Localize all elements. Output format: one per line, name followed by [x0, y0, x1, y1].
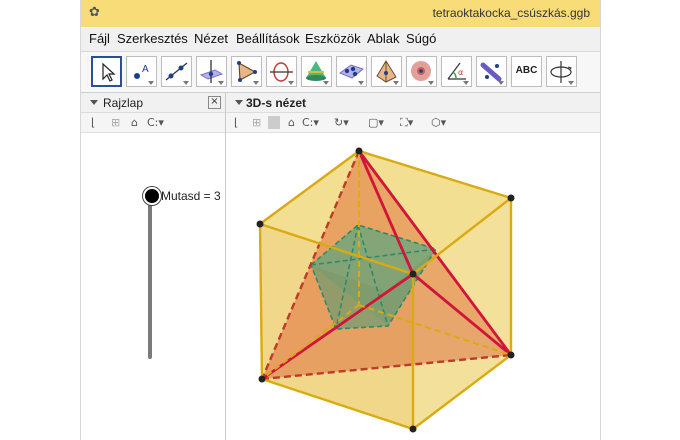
polygon-tool-button[interactable] — [231, 56, 262, 87]
slider-label: Mutasd = 3 — [161, 189, 221, 203]
plane-tool-button[interactable] — [336, 56, 367, 87]
pyramid-tool-button[interactable] — [371, 56, 402, 87]
graphics-view-title: Rajzlap — [103, 96, 144, 110]
view-direction-icon[interactable]: ▢▾ — [368, 116, 384, 129]
axes-toggle-icon[interactable]: ⌊ — [91, 116, 95, 129]
sphere-tool-button[interactable] — [406, 56, 437, 87]
close-icon[interactable]: × — [208, 96, 221, 109]
collapse-triangle-icon[interactable] — [235, 100, 243, 105]
toolbar: A α ABC — [81, 52, 600, 93]
3d-view-panel: 3D-s nézet ⌊ ⊞ ⌂ C:▾ ↻▾ ▢▾ ⛶▾ ⬡▾ — [226, 93, 600, 440]
angle-tool-button[interactable]: α — [441, 56, 472, 87]
tool-menu-arrow-icon — [183, 81, 189, 85]
grid-toggle-icon[interactable]: ⊞ — [252, 116, 261, 129]
text-tool-button[interactable]: ABC — [511, 56, 542, 87]
tool-menu-arrow-icon — [218, 81, 224, 85]
slider-knob[interactable] — [143, 187, 161, 205]
tool-menu-arrow-icon — [428, 81, 434, 85]
menu-window[interactable]: Ablak — [367, 31, 400, 46]
svg-text:A: A — [142, 64, 149, 75]
tool-menu-arrow-icon — [358, 81, 364, 85]
text-abc-icon: ABC — [515, 65, 538, 76]
3d-style-bar: ⌊ ⊞ ⌂ C:▾ ↻▾ ▢▾ ⛶▾ ⬡▾ — [226, 113, 600, 133]
menu-help[interactable]: Súgó — [406, 31, 436, 46]
3d-view-header: 3D-s nézet — [226, 93, 600, 113]
tool-menu-arrow-icon — [323, 81, 329, 85]
perpendicular-tool-button[interactable] — [196, 56, 227, 87]
graphics-view-header: Rajzlap × — [81, 93, 225, 113]
geogebra-window: ✿ tetraoktakocka_csúszkás.ggb Fájl Szerk… — [80, 0, 601, 440]
tool-menu-arrow-icon — [148, 81, 154, 85]
tool-menu-arrow-icon — [288, 81, 294, 85]
tool-menu-arrow-icon — [393, 81, 399, 85]
menu-bar: Fájl Szerkesztés Nézet Beállítások Eszkö… — [81, 27, 600, 52]
tool-menu-arrow-icon — [253, 81, 259, 85]
home-icon[interactable]: ⌂ — [288, 116, 295, 129]
slider-track[interactable] — [148, 197, 152, 359]
axes-toggle-icon[interactable]: ⌊ — [234, 116, 238, 129]
line-tool-button[interactable] — [161, 56, 192, 87]
svg-text:α: α — [458, 68, 463, 77]
rotate-icon[interactable]: ↻▾ — [334, 116, 349, 129]
menu-tools[interactable]: Eszközök — [305, 31, 361, 46]
move-tool-button[interactable] — [91, 56, 122, 87]
intersect-surfaces-tool-button[interactable] — [301, 56, 332, 87]
geogebra-logo-icon: ✿ — [89, 5, 100, 20]
cursor-arrow-icon — [102, 62, 116, 82]
point-capture-icon[interactable]: C:▾ — [147, 116, 164, 129]
window-title: tetraoktakocka_csúszkás.ggb — [432, 6, 590, 20]
point-tool-button[interactable]: A — [126, 56, 157, 87]
menu-file[interactable]: Fájl — [89, 31, 110, 46]
circle-axis-tool-button[interactable] — [266, 56, 297, 87]
plane-toggle-icon[interactable] — [268, 116, 280, 129]
point-capture-icon[interactable]: C:▾ — [302, 116, 319, 129]
3d-scene[interactable] — [226, 133, 600, 440]
menu-options[interactable]: Beállítások — [236, 31, 300, 46]
title-bar: ✿ tetraoktakocka_csúszkás.ggb — [81, 0, 600, 27]
projection-icon[interactable]: ⬡▾ — [431, 116, 446, 129]
home-icon[interactable]: ⌂ — [131, 116, 138, 129]
rotate-view-tool-button[interactable] — [546, 56, 577, 87]
3d-view-title: 3D-s nézet — [246, 96, 307, 110]
menu-edit[interactable]: Szerkesztés — [117, 31, 188, 46]
tool-menu-arrow-icon — [463, 81, 469, 85]
reflect-tool-button[interactable] — [476, 56, 507, 87]
graphics-style-bar: ⌊ ⊞ ⌂ C:▾ — [81, 113, 225, 133]
menu-view[interactable]: Nézet — [194, 31, 228, 46]
graphics-view-panel: Rajzlap × ⌊ ⊞ ⌂ C:▾ Mutasd = 3 — [81, 93, 226, 440]
clipping-icon[interactable]: ⛶▾ — [400, 116, 413, 129]
grid-toggle-icon[interactable]: ⊞ — [111, 116, 120, 129]
tool-menu-arrow-icon — [568, 81, 574, 85]
collapse-triangle-icon[interactable] — [90, 100, 98, 105]
tool-menu-arrow-icon — [498, 81, 504, 85]
